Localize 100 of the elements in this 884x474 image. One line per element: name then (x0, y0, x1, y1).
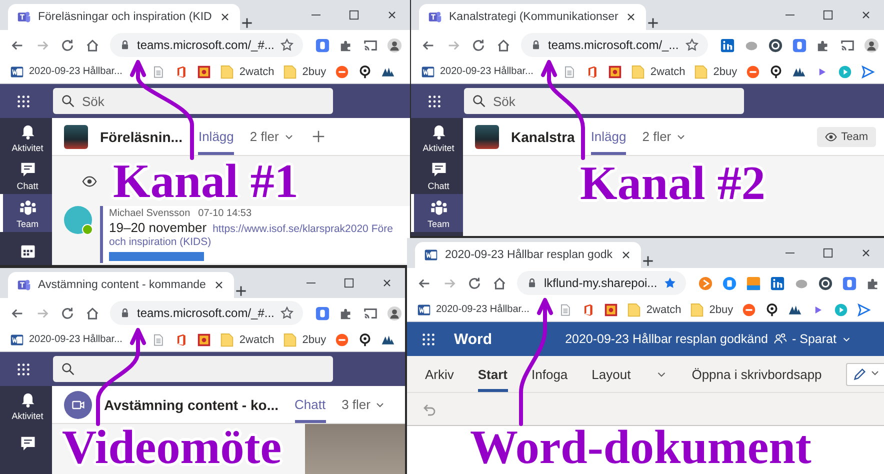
document-icon[interactable] (151, 332, 166, 346)
pin-icon[interactable] (358, 332, 372, 346)
home-icon[interactable] (85, 38, 100, 52)
bookmark[interactable]: 2buy (283, 332, 326, 346)
play-icon[interactable] (698, 276, 714, 290)
new-tab-icon[interactable] (240, 16, 254, 30)
maximize-icon[interactable] (822, 247, 834, 259)
maximize-icon[interactable] (343, 277, 355, 289)
extension-icon[interactable] (768, 38, 783, 52)
ribbon-tab[interactable]: Arkiv (425, 356, 454, 392)
maximize-icon[interactable] (822, 9, 834, 21)
app-grid-icon[interactable] (421, 332, 436, 346)
close-icon[interactable] (620, 249, 632, 261)
ribbon-tab[interactable]: Infoga (532, 356, 568, 392)
document-icon[interactable] (151, 64, 166, 78)
cast-icon[interactable] (363, 38, 378, 52)
close-icon[interactable] (218, 11, 231, 23)
reload-icon[interactable] (471, 38, 486, 52)
document-icon[interactable] (558, 302, 572, 316)
rss-icon[interactable] (746, 276, 762, 290)
pin-icon[interactable] (765, 302, 780, 316)
channel-tab[interactable]: Inlägg (198, 118, 234, 155)
ribbon-tab[interactable]: Layout (592, 356, 631, 392)
home-icon[interactable] (85, 306, 100, 320)
channel-tab[interactable]: 2 fler (250, 118, 295, 155)
bookmark[interactable]: 2buy (690, 302, 734, 316)
linkedin-icon[interactable] (720, 38, 735, 52)
star-icon[interactable] (280, 306, 294, 320)
star-icon[interactable] (663, 276, 678, 290)
rail-item[interactable]: Aktivitet (0, 118, 52, 156)
rail-item[interactable]: Aktivitet (0, 386, 52, 424)
bookmark-icon[interactable] (197, 332, 212, 346)
search-field[interactable] (53, 356, 333, 382)
bookmark[interactable]: 2020-09-23 Hållbar... (10, 332, 122, 346)
channel-tab[interactable]: 2 fler (642, 118, 688, 155)
document-icon[interactable] (562, 64, 576, 78)
address-bar[interactable]: teams.microsoft.com/_#... (110, 301, 304, 325)
bookmark[interactable]: 2watch (627, 302, 682, 316)
close-icon[interactable] (860, 247, 872, 259)
cast-icon[interactable] (840, 38, 855, 52)
close-icon[interactable] (381, 277, 393, 289)
address-bar[interactable]: teams.microsoft.com/_#... (110, 33, 304, 57)
avatar-icon[interactable] (864, 38, 879, 52)
add-tab-icon[interactable] (310, 129, 326, 144)
bookmark[interactable]: 2watch (220, 332, 274, 346)
bookmark[interactable]: 2watch (220, 64, 274, 78)
browser-tab[interactable]: Föreläsningar och inspiration (KID (8, 4, 240, 30)
bookmark-icon[interactable] (197, 64, 212, 78)
home-icon[interactable] (492, 276, 507, 290)
rail-item[interactable]: Aktivitet (411, 118, 463, 156)
bookmark-icon[interactable] (608, 64, 622, 78)
new-tab-icon[interactable] (646, 16, 660, 30)
channel-tab[interactable]: Inlägg (590, 118, 626, 155)
edit-mode-button[interactable] (846, 362, 884, 386)
bookmark[interactable]: 2watch (631, 64, 686, 78)
reload-icon[interactable] (467, 276, 482, 290)
home-icon[interactable] (496, 38, 511, 52)
address-bar[interactable]: lkflund-my.sharepoi... (517, 271, 686, 295)
bookmark[interactable]: 2buy (694, 64, 738, 78)
extension-icon[interactable] (842, 276, 858, 290)
reload-icon[interactable] (60, 38, 75, 52)
maximize-icon[interactable] (348, 9, 360, 21)
pin-icon[interactable] (769, 64, 784, 78)
rail-item[interactable]: Team (0, 194, 52, 232)
cast-icon[interactable] (363, 306, 378, 320)
new-tab-icon[interactable] (640, 254, 654, 268)
avatar-icon[interactable] (387, 38, 402, 52)
extension-icon[interactable] (792, 38, 807, 52)
message-link[interactable]: https://www.isof.se/klarsprak2020 Före (212, 223, 393, 235)
browser-tab[interactable]: Kanalstrategi (Kommunikationser (419, 4, 646, 30)
extension-icon[interactable] (315, 306, 330, 320)
search-field[interactable]: Sök (53, 88, 333, 114)
address-bar[interactable]: teams.microsoft.com/_... (521, 33, 708, 57)
open-desktop-button[interactable]: Öppna i skrivbordsapp (692, 356, 822, 392)
channel-tab[interactable]: 3 fler (342, 386, 386, 423)
star-icon[interactable] (280, 38, 294, 52)
linkedin-icon[interactable] (770, 276, 786, 290)
close-icon[interactable] (386, 9, 398, 21)
team-button[interactable]: Team (817, 126, 876, 146)
browser-tab[interactable]: 2020-09-23 Hållbar resplan godk (415, 242, 640, 268)
bookmark[interactable]: 2020-09-23 Hållbar... (421, 64, 534, 78)
pin-icon[interactable] (358, 64, 372, 78)
bookmark-icon[interactable] (604, 302, 618, 316)
new-tab-icon[interactable] (234, 284, 248, 298)
app-grid-icon[interactable] (427, 94, 442, 108)
extension-icon[interactable] (818, 276, 834, 290)
star-icon[interactable] (684, 38, 699, 52)
message-link[interactable]: och inspiration (KIDS) (109, 236, 404, 249)
app-grid-icon[interactable] (16, 94, 31, 108)
app-grid-icon[interactable] (16, 362, 31, 376)
rail-item[interactable]: Chatt (0, 156, 52, 194)
close-icon[interactable] (860, 9, 872, 21)
send-icon[interactable] (857, 302, 872, 316)
rail-item[interactable]: Chatt (411, 156, 463, 194)
send-icon[interactable] (861, 64, 876, 78)
close-icon[interactable] (625, 11, 638, 23)
bookmark[interactable]: 2020-09-23 Hållbar... (10, 64, 122, 78)
extension-icon[interactable] (315, 38, 330, 52)
reload-icon[interactable] (60, 306, 75, 320)
search-field[interactable]: Sök (464, 88, 744, 114)
